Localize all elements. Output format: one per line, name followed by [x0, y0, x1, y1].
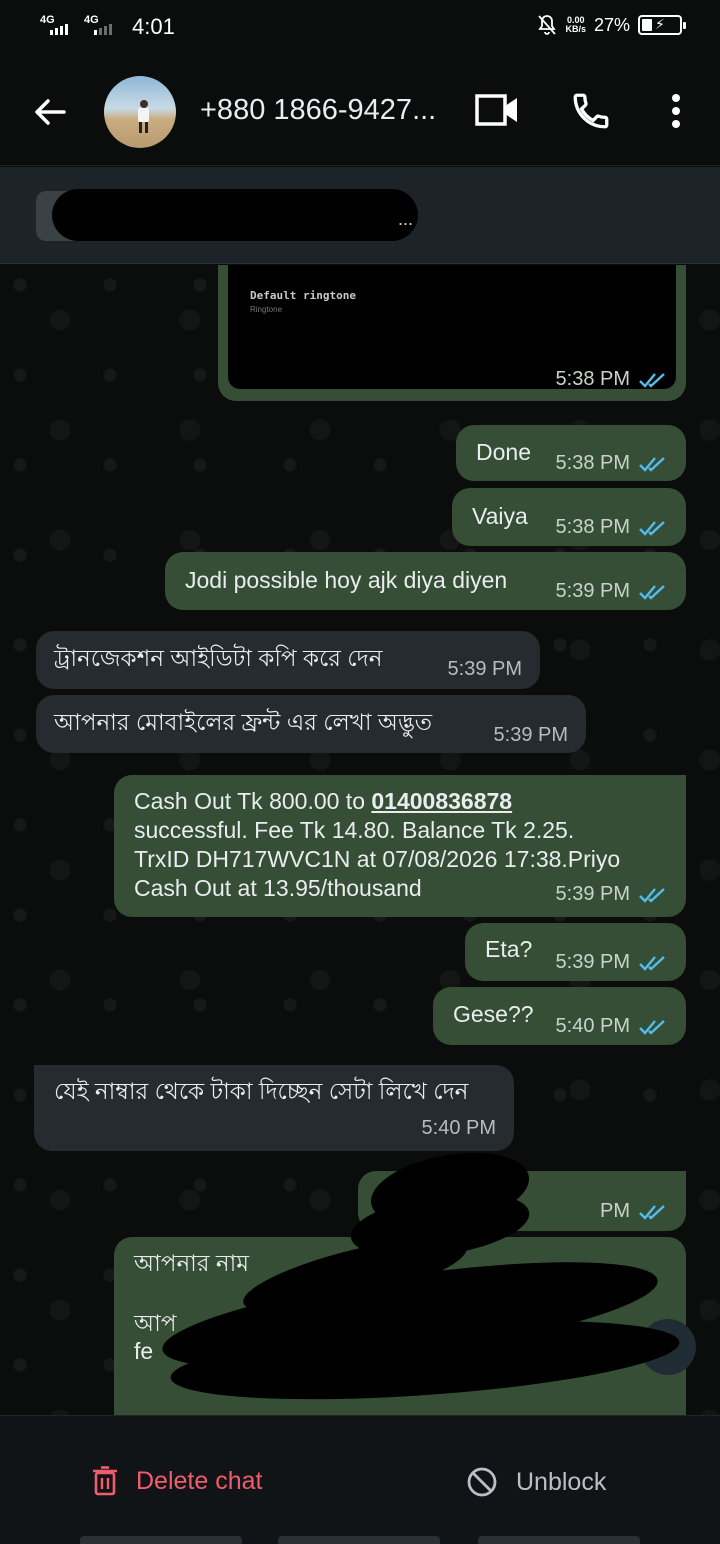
read-receipt-icon	[639, 584, 665, 600]
message-bubble-incoming[interactable]: ট্রানজেকশন আইডিটা কপি করে দেন 5:39 PM	[36, 631, 540, 689]
clock: 4:01	[132, 14, 175, 39]
phone-call-icon[interactable]	[570, 90, 612, 132]
contact-name[interactable]: +880 1866-9427...	[200, 94, 436, 127]
message-time: 5:39 PM	[447, 658, 522, 680]
message-time: 5:39 PM	[493, 724, 568, 746]
unblock-label: Unblock	[516, 1467, 607, 1496]
read-receipt-icon	[639, 456, 665, 472]
mobile-signal-icon-2: 4G	[84, 14, 118, 40]
message-meta: 5:38 PM	[556, 513, 668, 542]
data-rate: 0.00 KB/s	[565, 15, 586, 34]
message-meta: 5:39 PM	[556, 948, 668, 977]
message-time: 5:40 PM	[555, 1015, 630, 1037]
message-text: Eta?	[485, 936, 533, 962]
message-bubble-outgoing[interactable]: Eta? 5:39 PM	[465, 923, 686, 981]
chat-header: +880 1866-9427...	[0, 58, 720, 166]
block-icon	[467, 1467, 497, 1497]
message-meta: 5:39 PM	[448, 655, 522, 684]
message-text: fe	[134, 1338, 154, 1364]
message-bubble-outgoing[interactable]: Vaiya 5:38 PM	[452, 488, 686, 546]
message-time: 5:38 PM	[555, 368, 630, 390]
message-meta: PM	[600, 1197, 668, 1226]
navigation-bar[interactable]	[478, 1536, 640, 1544]
media-caption: Default ringtone	[250, 289, 356, 302]
delete-chat-button[interactable]: Delete chat	[92, 1466, 262, 1496]
phone-number-link[interactable]: 01400836878	[371, 788, 512, 814]
message-time: 5:38 PM	[555, 452, 630, 474]
status-bar: 4G 4G 4:01 0.00 KB/s 27% ⚡	[0, 0, 720, 58]
message-time: 5:39 PM	[555, 883, 630, 905]
media-subcaption: Ringtone	[250, 305, 283, 314]
message-bubble-outgoing[interactable]: Done 5:38 PM	[456, 425, 686, 481]
message-text: আপ	[134, 1310, 177, 1336]
message-text: আপনার মোবাইলের ফ্রন্ট এর লেখা অদ্ভুত	[54, 709, 433, 735]
read-receipt-icon	[639, 1019, 665, 1035]
message-text: ট্রানজেকশন আইডিটা কপি করে দেন	[54, 645, 383, 671]
message-text: আপনার নাম	[134, 1250, 250, 1276]
message-bubble-incoming[interactable]: আপনার মোবাইলের ফ্রন্ট এর লেখা অদ্ভুত 5:3…	[36, 695, 586, 753]
read-receipt-icon	[639, 1204, 665, 1220]
message-bubble-outgoing[interactable]: Jodi possible hoy ajk diya diyen 5:39 PM	[165, 552, 686, 610]
avatar[interactable]	[104, 76, 176, 148]
message-text: Done	[476, 439, 531, 465]
pinned-message-banner[interactable]: ...	[0, 167, 720, 264]
battery-icon: ⚡	[638, 15, 686, 35]
message-time: 5:40 PM	[421, 1117, 496, 1139]
bell-muted-icon	[538, 15, 557, 35]
pinned-ellipsis: ...	[398, 209, 414, 229]
message-time: 5:39 PM	[555, 951, 630, 973]
more-options-icon[interactable]	[666, 90, 686, 132]
message-text: Jodi possible hoy ajk diya diyen	[185, 567, 508, 593]
blocked-contact-actions: Delete chat Unblock	[0, 1415, 720, 1544]
message-bubble-outgoing[interactable]: Gese?? 5:40 PM	[433, 987, 686, 1045]
message-bubble-incoming[interactable]: যেই নাম্বার থেকে টাকা দিচ্ছেন সেটা লিখে …	[34, 1065, 514, 1151]
redaction-mark	[52, 189, 418, 241]
message-time: PM	[600, 1200, 630, 1222]
trash-icon	[93, 1466, 117, 1496]
message-meta: 5:40 PM	[422, 1114, 496, 1143]
battery-percent: 27%	[593, 14, 630, 35]
navigation-bar[interactable]	[278, 1536, 440, 1544]
back-arrow-icon[interactable]	[30, 92, 70, 132]
delete-chat-label: Delete chat	[136, 1466, 263, 1495]
read-receipt-icon	[639, 887, 665, 903]
message-bubble-outgoing[interactable]: Cash Out Tk 800.00 to 01400836878 succes…	[114, 775, 686, 917]
message-text: Gese??	[453, 1001, 534, 1027]
message-meta: 5:38 PM	[556, 449, 668, 478]
message-text: যেই নাম্বার থেকে টাকা দিচ্ছেন সেটা লিখে …	[54, 1078, 469, 1104]
message-list[interactable]: Default ringtone Ringtone 5:38 PM Done 5…	[0, 265, 720, 1415]
unblock-button[interactable]: Unblock	[466, 1466, 606, 1498]
message-meta: 5:39 PM	[494, 721, 568, 750]
mobile-signal-icon: 4G	[40, 14, 74, 40]
read-receipt-icon	[639, 520, 665, 536]
message-meta: 5:39 PM	[556, 880, 668, 909]
media-message-bubble[interactable]: Default ringtone Ringtone 5:38 PM	[218, 265, 686, 401]
message-meta: 5:39 PM	[556, 577, 668, 606]
message-meta: 5:40 PM	[556, 1012, 668, 1041]
navigation-bar[interactable]	[80, 1536, 242, 1544]
read-receipt-icon	[639, 955, 665, 971]
message-time: 5:38 PM	[555, 516, 630, 538]
message-meta: 5:38 PM	[556, 368, 668, 391]
read-receipt-icon	[639, 372, 665, 388]
message-time: 5:39 PM	[555, 580, 630, 602]
message-text: Vaiya	[472, 503, 528, 529]
video-call-icon[interactable]	[474, 90, 520, 130]
